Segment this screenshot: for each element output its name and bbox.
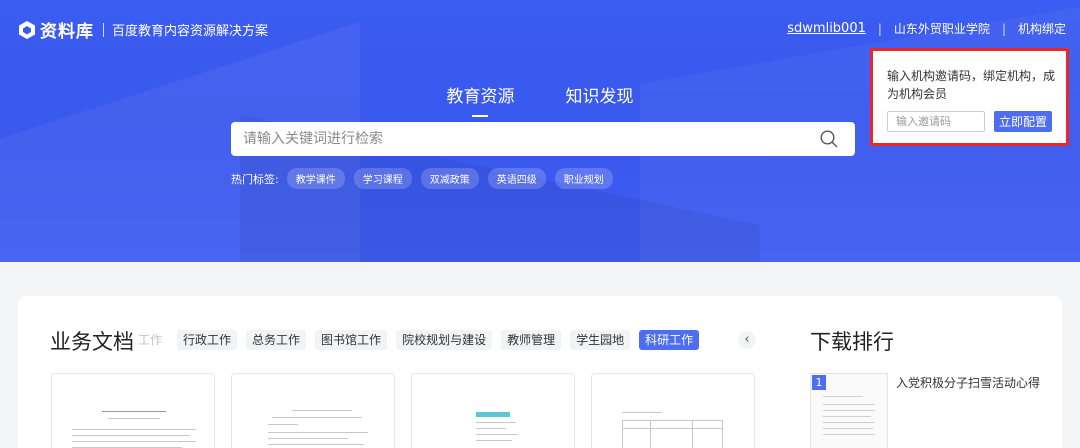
logo-divider (103, 22, 104, 37)
category-tab[interactable]: 图书馆工作 (315, 330, 388, 350)
invite-code-input[interactable] (887, 111, 985, 132)
hot-tags: 热门标签: 教学课件 学习课程 双减政策 英语四级 职业规划 (231, 168, 622, 189)
rank-thumbnail[interactable]: 1 (810, 373, 888, 448)
logo[interactable]: 资料库 百度教育内容资源解决方案 (18, 17, 268, 42)
invite-description: 输入机构邀请码，绑定机构，成为机构会员 (887, 69, 1056, 101)
hot-tag[interactable]: 教学课件 (286, 168, 345, 189)
hot-tag[interactable]: 学习课程 (353, 168, 412, 189)
document-thumbnail[interactable] (411, 373, 575, 448)
document-thumbnail[interactable] (51, 373, 215, 448)
category-tab[interactable]: 院校规划与建设 (396, 330, 493, 350)
username-link[interactable]: sdwmlib001 (787, 21, 866, 36)
hot-tag[interactable]: 双减政策 (420, 168, 479, 189)
category-tabs: 工作 行政工作 总务工作 图书馆工作 院校规划与建设 教师管理 学生园地 科研工… (136, 329, 710, 351)
docs-section-title: 业务文档 (50, 330, 134, 354)
category-tab[interactable]: 行政工作 (177, 330, 238, 350)
rank-item-title[interactable]: 入党积极分子扫雪活动心得 (896, 374, 1040, 391)
tab-knowledge-discovery[interactable]: 知识发现 (566, 82, 634, 107)
hot-tag[interactable]: 职业规划 (554, 168, 613, 189)
separator: | (1001, 21, 1006, 36)
separator: | (877, 21, 882, 36)
category-tab[interactable]: 学生园地 (570, 330, 631, 350)
user-area: sdwmlib001 | 山东外贸职业学院 | 机构绑定 (787, 20, 1066, 37)
rank-number-badge: 1 (812, 375, 826, 390)
category-tab[interactable]: 工作 (136, 330, 168, 350)
search-input[interactable] (231, 122, 855, 156)
download-rank-title: 下载排行 (810, 330, 894, 354)
invite-code-popup: 输入机构邀请码，绑定机构，成为机构会员 立即配置 (870, 48, 1069, 146)
hot-tag[interactable]: 英语四级 (487, 168, 546, 189)
hexagon-logo-icon (19, 20, 35, 39)
logo-slogan: 百度教育内容资源解决方案 (112, 24, 269, 39)
content-card: 业务文档 工作 行政工作 总务工作 图书馆工作 院校规划与建设 教师管理 学生园… (18, 296, 1062, 448)
institution-name[interactable]: 山东外贸职业学院 (894, 20, 990, 37)
tab-education-resources[interactable]: 教育资源 (446, 82, 514, 117)
configure-now-button[interactable]: 立即配置 (994, 111, 1052, 132)
category-tab[interactable]: 总务工作 (246, 330, 307, 350)
search-box (231, 122, 855, 156)
document-thumbnail[interactable] (231, 373, 395, 448)
chevron-left-icon[interactable]: ‹ (738, 331, 756, 349)
logo-text: 资料库 (40, 22, 94, 42)
hot-tags-label: 热门标签: (231, 172, 279, 186)
document-thumbnail[interactable] (591, 373, 755, 448)
search-icon[interactable] (820, 130, 838, 148)
category-tab[interactable]: 教师管理 (501, 330, 562, 350)
category-tab-active[interactable]: 科研工作 (639, 330, 700, 350)
bind-institution-link[interactable]: 机构绑定 (1018, 20, 1066, 37)
